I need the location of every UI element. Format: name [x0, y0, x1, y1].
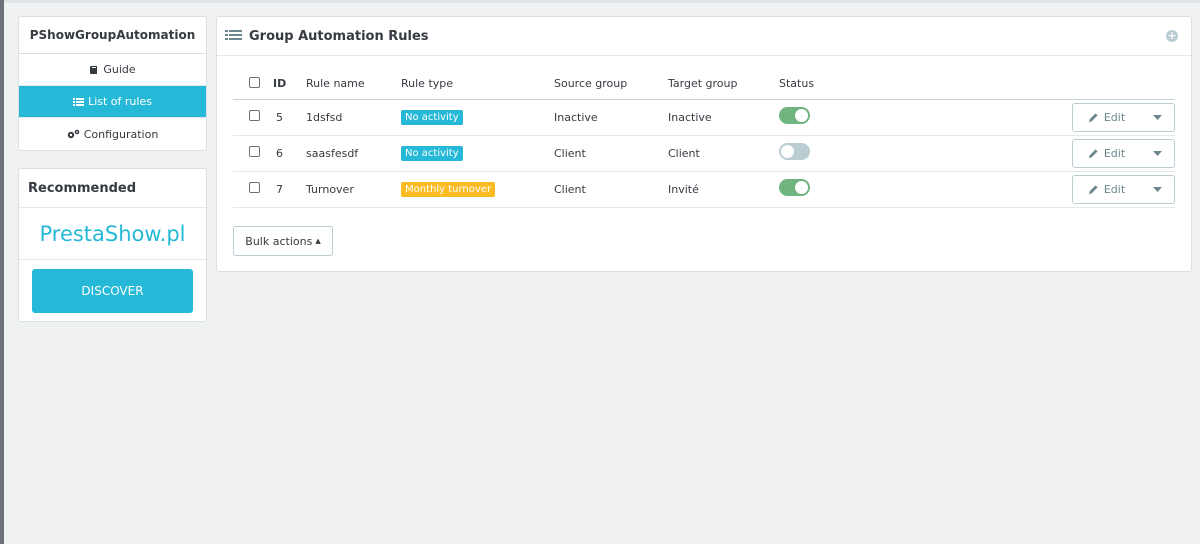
source-group: Client	[554, 135, 668, 172]
list-icon	[73, 97, 85, 107]
column-header-id: ID	[273, 69, 306, 100]
sidebar-item-label: Guide	[103, 63, 136, 76]
rule-type-badge: No activity	[401, 145, 463, 161]
sidebar-item-label: Configuration	[83, 127, 159, 141]
sidebar-item-list-of-rules[interactable]: List of rules	[19, 86, 206, 118]
table-header-row: ID Rule name Rule type Source group Targ…	[233, 69, 1175, 100]
target-group: Invité	[668, 171, 779, 208]
book-icon	[89, 65, 99, 75]
rule-type-badge: Monthly turnover	[401, 181, 496, 197]
column-header-rule-type: Rule type	[401, 69, 554, 100]
column-header-status: Status	[779, 69, 979, 100]
rules-panel: Group Automation Rules + ID Rule name Ru…	[216, 16, 1192, 272]
rule-id: 7	[273, 171, 306, 208]
panel-heading: Group Automation Rules +	[217, 17, 1191, 56]
rule-name: 1dsfsd	[306, 99, 401, 136]
target-group: Inactive	[668, 99, 779, 136]
recommended-box: Recommended PrestaShow.pl DISCOVER	[18, 168, 207, 322]
row-actions: Edit	[1072, 138, 1175, 168]
rule-name: Turnover	[306, 171, 401, 208]
row-checkbox[interactable]	[249, 146, 260, 157]
bulk-actions-button[interactable]: Bulk actions ▲	[233, 226, 333, 256]
row-actions: Edit	[1072, 174, 1175, 204]
cogs-icon	[67, 129, 80, 139]
target-group: Client	[668, 135, 779, 172]
pencil-icon	[1088, 148, 1098, 158]
pencil-icon	[1088, 184, 1098, 194]
status-toggle[interactable]	[779, 107, 810, 124]
module-title: PShowGroupAutomation	[19, 17, 206, 54]
table-row: 7 Turnover Monthly turnover Client Invit…	[233, 171, 1175, 208]
sidebar-item-configuration[interactable]: Configuration	[19, 118, 206, 150]
edit-button[interactable]: Edit	[1073, 176, 1140, 203]
sidebar-item-guide[interactable]: Guide	[19, 54, 206, 86]
column-header-source-group: Source group	[554, 69, 668, 100]
select-all-checkbox[interactable]	[249, 76, 260, 88]
row-checkbox[interactable]	[249, 182, 260, 193]
rules-table: ID Rule name Rule type Source group Targ…	[233, 69, 1175, 208]
status-toggle[interactable]	[779, 179, 810, 196]
recommended-title: Recommended	[19, 169, 206, 208]
caret-down-icon	[1152, 186, 1162, 192]
caret-down-icon	[1152, 114, 1162, 120]
caret-up-icon: ▲	[315, 237, 321, 245]
source-group: Inactive	[554, 99, 668, 136]
row-actions: Edit	[1072, 102, 1175, 132]
panel-title: Group Automation Rules	[249, 28, 429, 44]
column-header-target-group: Target group	[668, 69, 779, 100]
sidebar-item-label: List of rules	[88, 95, 152, 108]
row-checkbox[interactable]	[249, 110, 260, 121]
actions-dropdown-button[interactable]	[1140, 176, 1174, 203]
pencil-icon	[1088, 112, 1098, 122]
column-header-rule-name: Rule name	[306, 69, 401, 100]
edit-button[interactable]: Edit	[1073, 104, 1140, 131]
window-left-edge	[0, 0, 4, 544]
actions-dropdown-button[interactable]	[1140, 140, 1174, 167]
edit-button[interactable]: Edit	[1073, 140, 1140, 167]
add-icon[interactable]: +	[1166, 30, 1178, 42]
rule-type-badge: No activity	[401, 109, 463, 125]
rule-id: 6	[273, 135, 306, 172]
status-toggle[interactable]	[779, 143, 810, 160]
table-row: 6 saasfesdf No activity Client Client Ed…	[233, 135, 1175, 172]
list-icon	[225, 27, 242, 46]
caret-down-icon	[1152, 150, 1162, 156]
table-row: 5 1dsfsd No activity Inactive Inactive E…	[233, 99, 1175, 136]
discover-button[interactable]: DISCOVER	[32, 269, 193, 313]
rule-name: saasfesdf	[306, 135, 401, 172]
prestashow-link[interactable]: PrestaShow.pl	[19, 208, 206, 260]
source-group: Client	[554, 171, 668, 208]
module-menu: PShowGroupAutomation Guide List of rules…	[18, 16, 207, 151]
actions-dropdown-button[interactable]	[1140, 104, 1174, 131]
window-top-edge	[4, 0, 1200, 3]
rule-id: 5	[273, 99, 306, 136]
